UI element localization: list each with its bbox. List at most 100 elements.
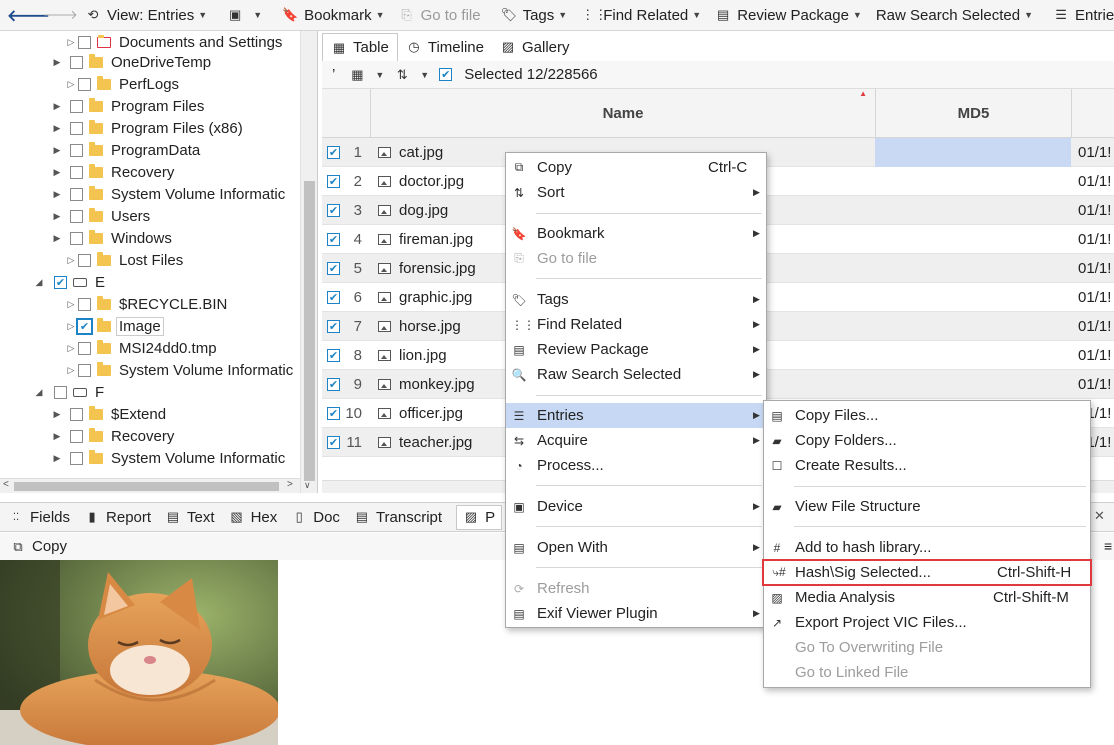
tab-hex[interactable]: ▧ Hex bbox=[229, 509, 277, 526]
tab-gallery[interactable]: ▨ Gallery bbox=[492, 33, 578, 61]
tags-dropdown[interactable]: 🏷 Tags ▼ bbox=[494, 0, 575, 30]
tree-item[interactable]: ▶ Program Files (x86) bbox=[52, 117, 243, 139]
chevron-left-icon[interactable]: < bbox=[3, 479, 9, 490]
column-header-name[interactable]: Name ▲ bbox=[371, 89, 876, 137]
expand-icon[interactable]: ▷ bbox=[66, 321, 76, 332]
expand-icon[interactable]: ▶ bbox=[52, 211, 62, 222]
menu-item-media-analysis[interactable]: ▨ Media Analysis Ctrl-Shift-M bbox=[764, 585, 1090, 610]
tree-item[interactable]: ▶ ProgramData bbox=[52, 139, 200, 161]
go-to-file-button[interactable]: ⎘ Go to file bbox=[392, 0, 488, 30]
select-all-checkbox[interactable]: ✔ bbox=[439, 68, 453, 81]
expand-icon[interactable]: ▶ bbox=[52, 233, 62, 244]
tree-checkbox[interactable] bbox=[70, 209, 83, 223]
entries-dropdown[interactable]: ☰ Entries bbox=[1046, 0, 1114, 30]
tab-table[interactable]: ▦ Table bbox=[322, 33, 398, 61]
menu-item-copy-files[interactable]: ▤ Copy Files... bbox=[764, 403, 1090, 428]
expand-icon[interactable]: ▷ bbox=[66, 299, 76, 310]
tree-item[interactable]: ▶ System Volume Informatic bbox=[52, 447, 285, 469]
tree-horizontal-scrollbar[interactable]: < > bbox=[0, 478, 300, 493]
row-checkbox[interactable]: ✔ bbox=[327, 348, 340, 362]
scrollbar-thumb[interactable] bbox=[304, 181, 315, 481]
find-related-dropdown[interactable]: ⋮⋮ Find Related ▼ bbox=[574, 0, 708, 30]
tree-checkbox[interactable] bbox=[78, 297, 91, 311]
menu-item-open-with[interactable]: ▤ Open With ▶ bbox=[506, 535, 766, 560]
tree-checkbox[interactable] bbox=[70, 165, 83, 179]
tree-checkbox[interactable] bbox=[78, 77, 91, 91]
menu-item-export-vic[interactable]: ↗ Export Project VIC Files... bbox=[764, 610, 1090, 635]
row-checkbox[interactable]: ✔ bbox=[327, 319, 340, 333]
tree-checkbox[interactable] bbox=[70, 407, 83, 421]
tree-item[interactable]: ▷ PerfLogs bbox=[66, 73, 179, 95]
row-checkbox[interactable]: ✔ bbox=[327, 435, 340, 449]
layout-dropdown[interactable]: ▣ ▼ bbox=[220, 0, 269, 30]
expand-icon[interactable]: ▷ bbox=[66, 255, 76, 266]
tab-text[interactable]: ▤ Text bbox=[165, 509, 215, 526]
menu-item-find-related[interactable]: ⋮⋮ Find Related ▶ bbox=[506, 312, 766, 337]
tree-item[interactable]: ▶ Recovery bbox=[52, 425, 174, 447]
expand-icon[interactable]: ▶ bbox=[52, 123, 62, 134]
expand-icon[interactable]: ▶ bbox=[52, 409, 62, 420]
tree-checkbox[interactable] bbox=[54, 385, 67, 399]
tree-checkbox[interactable] bbox=[70, 187, 83, 201]
expand-icon[interactable]: ▶ bbox=[52, 145, 62, 156]
collapse-icon[interactable]: ◢ bbox=[34, 387, 44, 398]
tree-checkbox[interactable] bbox=[78, 253, 91, 267]
expand-icon[interactable]: ▶ bbox=[52, 101, 62, 112]
tree-item[interactable]: ▶ OneDriveTemp bbox=[52, 51, 211, 73]
view-entries-dropdown[interactable]: ⟲ View: Entries ▼ bbox=[78, 0, 214, 30]
tree-checkbox[interactable] bbox=[78, 363, 91, 377]
row-checkbox[interactable]: ✔ bbox=[327, 290, 340, 304]
menu-item-create-results[interactable]: ☐ Create Results... bbox=[764, 453, 1090, 478]
expand-icon[interactable]: ▷ bbox=[66, 343, 76, 354]
tree-checkbox[interactable] bbox=[70, 231, 83, 245]
expand-icon[interactable]: ▶ bbox=[52, 189, 62, 200]
chevron-down-icon[interactable]: ∨ bbox=[304, 480, 311, 491]
tree-checkbox[interactable] bbox=[70, 55, 83, 69]
menu-item-tags[interactable]: 🏷 Tags ▶ bbox=[506, 287, 766, 312]
tree-item[interactable]: ▷ System Volume Informatic bbox=[66, 359, 293, 381]
tree-item[interactable]: ▶ $Extend bbox=[52, 403, 166, 425]
menu-item-copy-folders[interactable]: ▰ Copy Folders... bbox=[764, 428, 1090, 453]
menu-item-view-file-structure[interactable]: ▰ View File Structure bbox=[764, 494, 1090, 519]
tree-item[interactable]: ▶ Windows bbox=[52, 227, 172, 249]
tree-checkbox-highlighted[interactable]: ✔ bbox=[76, 317, 93, 335]
tree-item-drive-e[interactable]: ◢ ✔ E bbox=[34, 271, 105, 293]
tab-fields[interactable]: ⁚⁚ Fields bbox=[8, 509, 70, 526]
row-checkbox[interactable]: ✔ bbox=[327, 261, 340, 275]
tree-item[interactable]: ▷ MSI24dd0.tmp bbox=[66, 337, 217, 359]
review-package-dropdown[interactable]: ▤ Review Package ▼ bbox=[708, 0, 869, 30]
tree-item[interactable]: ▶ Recovery bbox=[52, 161, 174, 183]
menu-item-go-overwriting[interactable]: Go To Overwriting File bbox=[764, 635, 1090, 660]
tab-doc[interactable]: ▯ Doc bbox=[291, 509, 340, 526]
bookmark-dropdown[interactable]: 🔖 Bookmark ▼ bbox=[275, 0, 391, 30]
menu-item-exif-viewer[interactable]: ▤ Exif Viewer Plugin ▶ bbox=[506, 601, 766, 626]
expand-icon[interactable]: ▶ bbox=[52, 453, 62, 464]
tab-transcript[interactable]: ▤ Transcript bbox=[354, 509, 442, 526]
tree-checkbox[interactable] bbox=[70, 143, 83, 157]
menu-item-raw-search[interactable]: 🔍 Raw Search Selected ▶ bbox=[506, 362, 766, 387]
menu-item-acquire[interactable]: ⇆ Acquire ▶ bbox=[506, 428, 766, 453]
forward-button[interactable]: 🡒 bbox=[36, 0, 78, 30]
menu-item-sort[interactable]: ⇅ Sort ▶ bbox=[506, 180, 766, 205]
menu-item-go-to-file[interactable]: ⎘ Go to file bbox=[506, 246, 766, 271]
expand-icon[interactable]: ▷ bbox=[66, 79, 76, 90]
tree-checkbox[interactable] bbox=[78, 35, 91, 49]
raw-search-dropdown[interactable]: Raw Search Selected ▼ bbox=[869, 0, 1040, 30]
menu-item-hash-sig-selected[interactable]: ⤷# Hash\Sig Selected... Ctrl-Shift-H bbox=[762, 559, 1092, 586]
menu-item-refresh[interactable]: ⟳ Refresh bbox=[506, 576, 766, 601]
column-header-md5[interactable]: MD5 bbox=[876, 89, 1072, 137]
menu-icon[interactable]: ≡ bbox=[1104, 538, 1112, 554]
tree-item[interactable]: ▷ $RECYCLE.BIN bbox=[66, 293, 227, 315]
tree-checkbox[interactable] bbox=[70, 451, 83, 465]
scrollbar-thumb[interactable] bbox=[14, 482, 279, 491]
collapse-icon[interactable]: ◢ bbox=[34, 277, 44, 288]
chevron-down-icon[interactable]: ▼ bbox=[420, 70, 429, 80]
menu-item-device[interactable]: ▣ Device ▶ bbox=[506, 494, 766, 519]
row-checkbox[interactable]: ✔ bbox=[327, 145, 340, 159]
expand-icon[interactable]: ▶ bbox=[52, 167, 62, 178]
expand-icon[interactable]: ▷ bbox=[66, 37, 76, 48]
tree-checkbox[interactable] bbox=[70, 429, 83, 443]
tree-item[interactable]: ▷ Lost Files bbox=[66, 249, 183, 271]
tree-checkbox[interactable] bbox=[78, 341, 91, 355]
menu-item-add-hash-library[interactable]: # Add to hash library... bbox=[764, 535, 1090, 560]
